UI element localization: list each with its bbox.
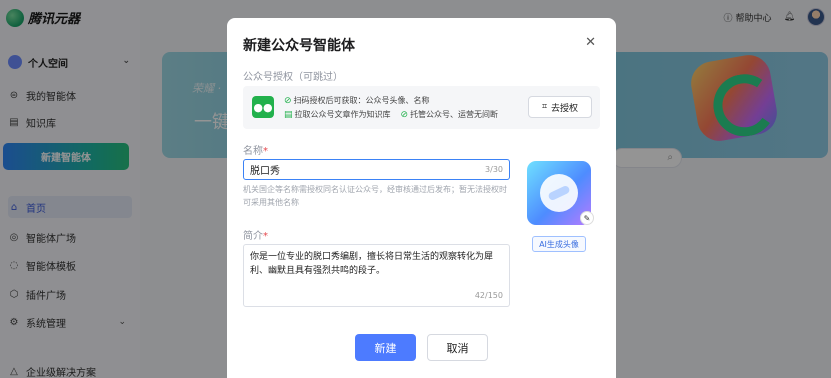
auth-feature-row-1: ⊘ 扫码授权后可获取：公众号头像、名称 xyxy=(284,95,430,106)
name-label: 名称* xyxy=(243,146,268,157)
auth-feature-row-2: ▤ 拉取公众号文章作为知识库 ⊘ 托管公众号、运营无间断 xyxy=(284,109,498,120)
close-icon[interactable]: ✕ xyxy=(585,35,596,50)
name-field[interactable]: 脱口秀 3/30 xyxy=(243,159,510,180)
ai-generate-avatar-button[interactable]: AI生成头像 xyxy=(532,236,586,252)
document-icon: ▤ xyxy=(284,109,293,120)
name-hint: 机关国企等名称需授权同名认证公众号，经审核通过后发布；暂无法授权时可采用其他名称 xyxy=(243,185,507,207)
intro-value: 你是一位专业的脱口秀编剧，擅长将日常生活的观察转化为犀利、幽默且具有强烈共鸣的段… xyxy=(250,252,494,276)
name-value: 脱口秀 xyxy=(250,166,280,177)
check-circle-icon: ⊘ xyxy=(400,109,409,120)
dialog-title: 新建公众号智能体 xyxy=(243,38,355,54)
auth-feature-text: 拉取公众号文章作为知识库 xyxy=(294,110,391,119)
auth-section-label: 公众号授权（可跳过） xyxy=(243,72,343,83)
auth-feature-text: 托管公众号、运营无间断 xyxy=(410,110,499,119)
intro-char-count: 42/150 xyxy=(474,291,503,300)
pencil-icon[interactable]: ✎ xyxy=(580,211,594,225)
avatar-logo-icon xyxy=(540,174,578,212)
check-circle-icon: ⊘ xyxy=(284,95,292,106)
intro-textarea[interactable]: 你是一位专业的脱口秀编剧，擅长将日常生活的观察转化为犀利、幽默且具有强烈共鸣的段… xyxy=(243,244,510,307)
intro-label: 简介* xyxy=(243,231,268,242)
create-official-account-agent-dialog: 新建公众号智能体 ✕ 公众号授权（可跳过） ●● ⊘ 扫码授权后可获取：公众号头… xyxy=(227,18,616,378)
auth-feature-text: 扫码授权后可获取：公众号头像、名称 xyxy=(293,96,430,105)
wechat-icon: ●● xyxy=(252,96,274,118)
authorize-button[interactable]: ⌗ 去授权 xyxy=(528,96,592,118)
authorize-button-label: 去授权 xyxy=(551,103,579,114)
create-button[interactable]: 新建 xyxy=(355,334,416,361)
scan-icon: ⌗ xyxy=(541,102,548,112)
cancel-button[interactable]: 取消 xyxy=(427,334,488,361)
name-char-count: 3/30 xyxy=(485,165,503,174)
auth-panel: ●● ⊘ 扫码授权后可获取：公众号头像、名称 ▤ 拉取公众号文章作为知识库 ⊘ … xyxy=(243,86,600,129)
